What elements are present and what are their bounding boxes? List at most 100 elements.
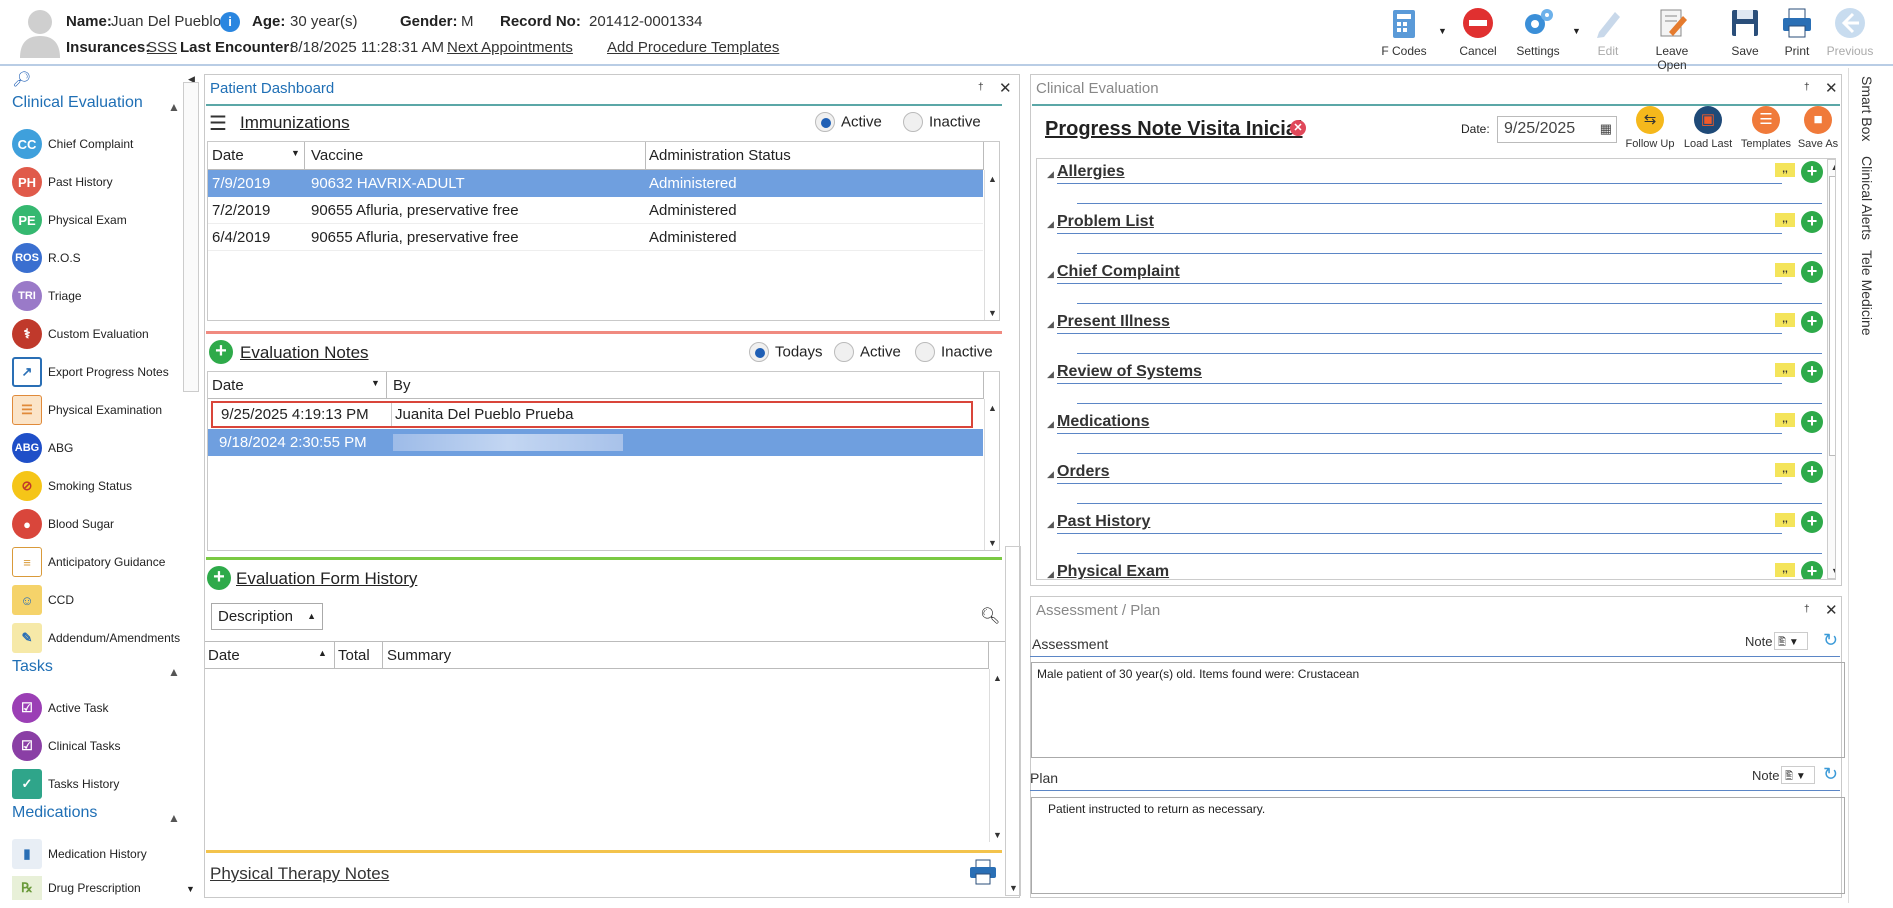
next-appointments-link[interactable]: Next Appointments	[447, 39, 573, 56]
table-row[interactable]: 9/25/2025 4:19:13 PM Juanita Del Pueblo …	[211, 401, 973, 428]
nav-item-blood-sugar[interactable]: ● Blood Sugar	[12, 508, 114, 540]
sort-asc-icon[interactable]: ▲	[318, 648, 327, 658]
nav-scroll-down-icon[interactable]: ▼	[186, 884, 195, 894]
section-name[interactable]: Present Illness	[1057, 313, 1170, 331]
section-tasks[interactable]: Tasks	[12, 658, 53, 676]
nav-item-addendum-amendments[interactable]: ✎ Addendum/Amendments	[12, 622, 180, 654]
expand-icon[interactable]: ◢	[1047, 469, 1054, 480]
table-row[interactable]: 6/4/2019 90655 Afluria, preservative fre…	[208, 224, 983, 251]
notes-todays-radio[interactable]: Todays	[749, 342, 823, 362]
col-date[interactable]: Date	[212, 147, 244, 164]
nav-item-ccd[interactable]: ☺ CCD	[12, 584, 74, 616]
follow-up-button[interactable]: ⇆ Follow Up	[1622, 106, 1678, 150]
plan-textarea[interactable]: Patient instructed to return as necessar…	[1031, 797, 1845, 894]
fcodes-button[interactable]: F Codes	[1374, 6, 1434, 58]
col-date[interactable]: Date	[208, 647, 240, 664]
add-evaluation-note-button[interactable]: +	[209, 340, 233, 364]
section-name[interactable]: Medications	[1057, 413, 1149, 431]
close-icon[interactable]: ✕	[999, 79, 1012, 97]
cancel-button[interactable]: Cancel	[1448, 6, 1508, 58]
evaluation-notes-title[interactable]: Evaluation Notes	[240, 343, 369, 363]
expand-icon[interactable]: ◢	[1047, 419, 1054, 430]
add-icon[interactable]: +	[1801, 411, 1823, 433]
add-icon[interactable]: +	[1801, 511, 1823, 533]
nav-item-physical-examination[interactable]: ☰ Physical Examination	[12, 394, 162, 426]
quote-icon[interactable]: ,,	[1775, 163, 1795, 177]
add-icon[interactable]: +	[1801, 261, 1823, 283]
expand-icon[interactable]: ◢	[1047, 519, 1054, 530]
col-by[interactable]: By	[393, 377, 411, 394]
section-problem-list[interactable]: ◢ Problem List ,, +	[1047, 211, 1827, 261]
nav-item-physical-exam[interactable]: PE Physical Exam	[12, 204, 127, 236]
section-past-history[interactable]: ◢ Past History ,, +	[1047, 511, 1827, 561]
section-medications[interactable]: ◢ Medications ,, +	[1047, 411, 1827, 461]
table-row[interactable]: 9/18/2024 2:30:55 PM	[208, 429, 983, 456]
load-last-button[interactable]: ▣ Load Last	[1680, 106, 1736, 150]
scroll-thumb[interactable]	[1829, 176, 1835, 456]
section-name[interactable]: Orders	[1057, 463, 1109, 481]
close-icon[interactable]: ✕	[1825, 601, 1838, 619]
section-name[interactable]: Chief Complaint	[1057, 263, 1180, 281]
immunizations-scrollbar[interactable]: ▲ ▼	[984, 170, 1000, 320]
search-icon[interactable]: 🔎︎	[12, 70, 31, 88]
close-icon[interactable]: ✕	[1825, 79, 1838, 97]
section-physical-exam[interactable]: ◢ Physical Exam ,, +	[1047, 561, 1827, 579]
quote-icon[interactable]: ,,	[1775, 363, 1795, 377]
nav-item-ros[interactable]: ROS R.O.S	[12, 242, 81, 274]
date-field[interactable]: 9/25/2025 ▦	[1497, 116, 1617, 143]
fcodes-dropdown-icon[interactable]: ▼	[1438, 26, 1447, 36]
section-name[interactable]: Physical Exam	[1057, 563, 1169, 579]
notes-scrollbar[interactable]: ▲ ▼	[984, 399, 1000, 550]
save-as-button[interactable]: ■ Save As	[1794, 106, 1842, 150]
add-procedure-templates-link[interactable]: Add Procedure Templates	[607, 39, 779, 56]
quote-icon[interactable]: ,,	[1775, 413, 1795, 427]
section-name[interactable]: Review of Systems	[1057, 363, 1202, 381]
table-row[interactable]: 7/9/2019 90632 HAVRIX-ADULT Administered	[208, 170, 983, 197]
section-allergies[interactable]: ◢ Allergies ,, +	[1047, 161, 1827, 211]
plan-note-dropdown[interactable]: 🖺︎ ▼	[1781, 766, 1815, 784]
nav-item-triage[interactable]: TRI Triage	[12, 280, 82, 312]
quote-icon[interactable]: ,,	[1775, 463, 1795, 477]
table-row[interactable]: 7/2/2019 90655 Afluria, preservative fre…	[208, 197, 983, 224]
nav-item-custom-evaluation[interactable]: ⚕ Custom Evaluation	[12, 318, 149, 350]
chevron-up-icon[interactable]: ▲	[168, 811, 180, 825]
hamburger-icon[interactable]: ☰	[209, 111, 227, 136]
section-medications[interactable]: Medications	[12, 804, 97, 822]
nav-item-tasks-history[interactable]: ✓ Tasks History	[12, 768, 119, 800]
physical-therapy-title[interactable]: Physical Therapy Notes	[210, 864, 389, 884]
section-name[interactable]: Past History	[1057, 513, 1150, 531]
info-icon[interactable]: i	[220, 12, 240, 32]
nav-item-abg[interactable]: ABG ABG	[12, 432, 73, 464]
section-present-illness[interactable]: ◢ Present Illness ,, +	[1047, 311, 1827, 361]
add-icon[interactable]: +	[1801, 211, 1823, 233]
nav-item-export-progress-notes[interactable]: ↗ Export Progress Notes	[12, 356, 169, 388]
insurance-link[interactable]: SSS	[147, 39, 177, 56]
chevron-up-icon[interactable]: ▲	[168, 100, 180, 114]
section-review-of-systems[interactable]: ◢ Review of Systems ,, +	[1047, 361, 1827, 411]
quote-icon[interactable]: ,,	[1775, 313, 1795, 327]
nav-item-past-history[interactable]: PH Past History	[12, 166, 113, 198]
quote-icon[interactable]: ,,	[1775, 263, 1795, 277]
tab-smart-box[interactable]: Smart Box	[1859, 76, 1875, 141]
progress-note-title[interactable]: Progress Note Visita Inicial	[1045, 118, 1303, 141]
immunizations-title[interactable]: Immunizations	[240, 113, 350, 133]
col-administration-status[interactable]: Administration Status	[649, 147, 791, 164]
section-orders[interactable]: ◢ Orders ,, +	[1047, 461, 1827, 511]
add-icon[interactable]: +	[1801, 161, 1823, 183]
pin-icon[interactable]: †	[978, 82, 984, 93]
section-name[interactable]: Allergies	[1057, 163, 1125, 181]
sort-desc-icon[interactable]: ▼	[371, 378, 380, 388]
print-button[interactable]: Print	[1767, 6, 1827, 58]
nav-item-chief-complaint[interactable]: CC Chief Complaint	[12, 128, 133, 160]
history-scrollbar[interactable]: ▲ ▼	[989, 669, 1005, 842]
expand-icon[interactable]: ◢	[1047, 369, 1054, 380]
evaluation-form-history-title[interactable]: Evaluation Form History	[236, 569, 417, 589]
refresh-icon[interactable]: ↻	[1823, 764, 1838, 785]
add-icon[interactable]: +	[1801, 561, 1823, 579]
add-evaluation-form-button[interactable]: +	[207, 566, 231, 590]
section-clinical-evaluation[interactable]: Clinical Evaluation	[12, 94, 143, 112]
assessment-note-dropdown[interactable]: 🖺︎ ▼	[1774, 632, 1808, 650]
sections-scrollbar[interactable]: ▲ ▼	[1827, 159, 1835, 579]
section-chief-complaint[interactable]: ◢ Chief Complaint ,, +	[1047, 261, 1827, 311]
search-icon[interactable]: 🔍︎	[980, 606, 1000, 626]
